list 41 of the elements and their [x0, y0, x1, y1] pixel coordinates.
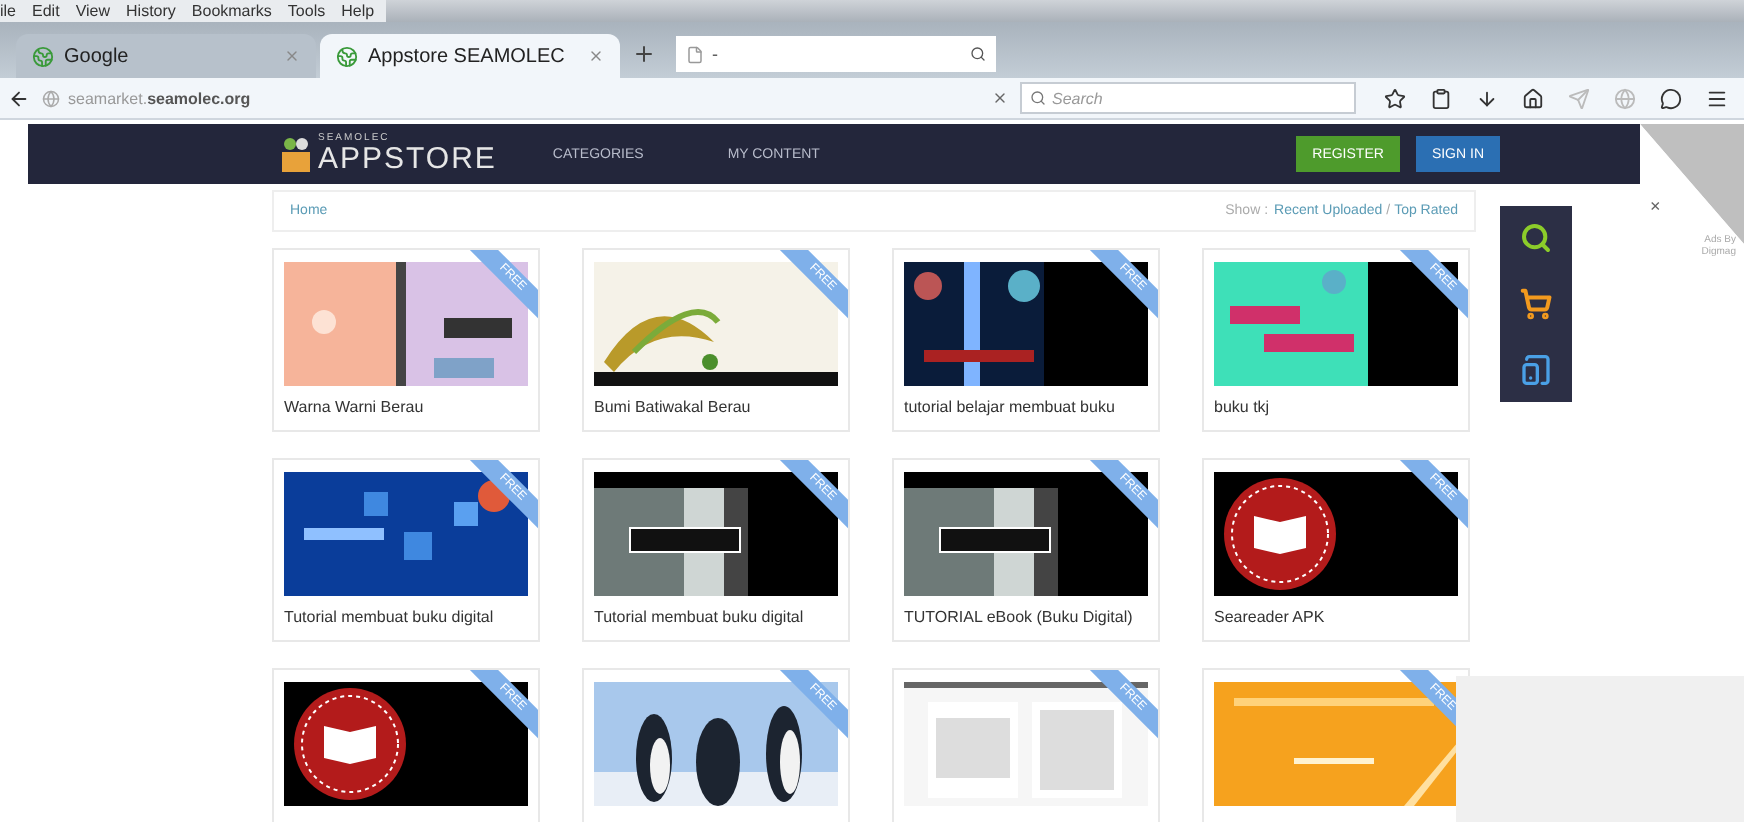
download-icon[interactable] [1476, 87, 1498, 109]
menu-item[interactable]: History [126, 2, 176, 20]
app-title: Tutorial membuat buku digital [284, 608, 496, 626]
tab-favicon-icon [336, 45, 358, 67]
back-icon[interactable] [8, 87, 30, 109]
tab-search-field[interactable]: - [676, 36, 996, 72]
menu-item[interactable]: Bookmarks [191, 2, 272, 20]
search-icon[interactable] [1520, 222, 1552, 255]
menu-item[interactable]: View [75, 2, 111, 20]
search-icon [970, 46, 986, 62]
logo-title[interactable]: APPSTORE [318, 144, 497, 174]
page-icon [686, 45, 704, 63]
cart-icon[interactable] [1520, 287, 1552, 320]
clipboard-icon[interactable] [1430, 87, 1452, 109]
box-logo-icon [280, 136, 312, 172]
app-title: Tutorial membuat buku digital [594, 608, 806, 626]
menu-item[interactable]: Edit [32, 2, 60, 20]
app-title: buku tkj [1214, 398, 1272, 416]
new-tab-icon[interactable] [632, 42, 656, 66]
close-icon[interactable] [588, 48, 604, 64]
close-button[interactable]: × [1650, 196, 1661, 216]
app-title: Warna Warni Berau [284, 398, 426, 416]
star-icon[interactable] [1384, 87, 1406, 109]
menu-item[interactable]: Tools [287, 2, 326, 20]
tab-favicon-icon [32, 45, 54, 67]
address-bar[interactable]: seamarket.seamolec.org [42, 82, 1008, 114]
menu-icon[interactable] [1706, 87, 1728, 109]
clear-icon[interactable] [992, 90, 1008, 106]
app-title: Seareader APK [1214, 608, 1327, 626]
home-icon[interactable] [1522, 87, 1544, 109]
menu-item[interactable]: Help [341, 2, 375, 20]
app-title: Bumi Batiwakal Berau [594, 398, 753, 416]
browser-tab[interactable]: Appstore SEAMOLEC [320, 34, 620, 78]
app-title: tutorial belajar membuat buku [904, 398, 1117, 416]
chat-icon[interactable] [1660, 87, 1682, 109]
tablet-icon[interactable] [1520, 353, 1552, 386]
app-title: TUTORIAL eBook (Buku Digital) [904, 608, 1135, 626]
browser-tab[interactable]: Google [16, 34, 316, 78]
search-icon [1030, 90, 1046, 106]
globe-icon [42, 89, 60, 107]
menu-item[interactable]: ile [0, 2, 17, 20]
